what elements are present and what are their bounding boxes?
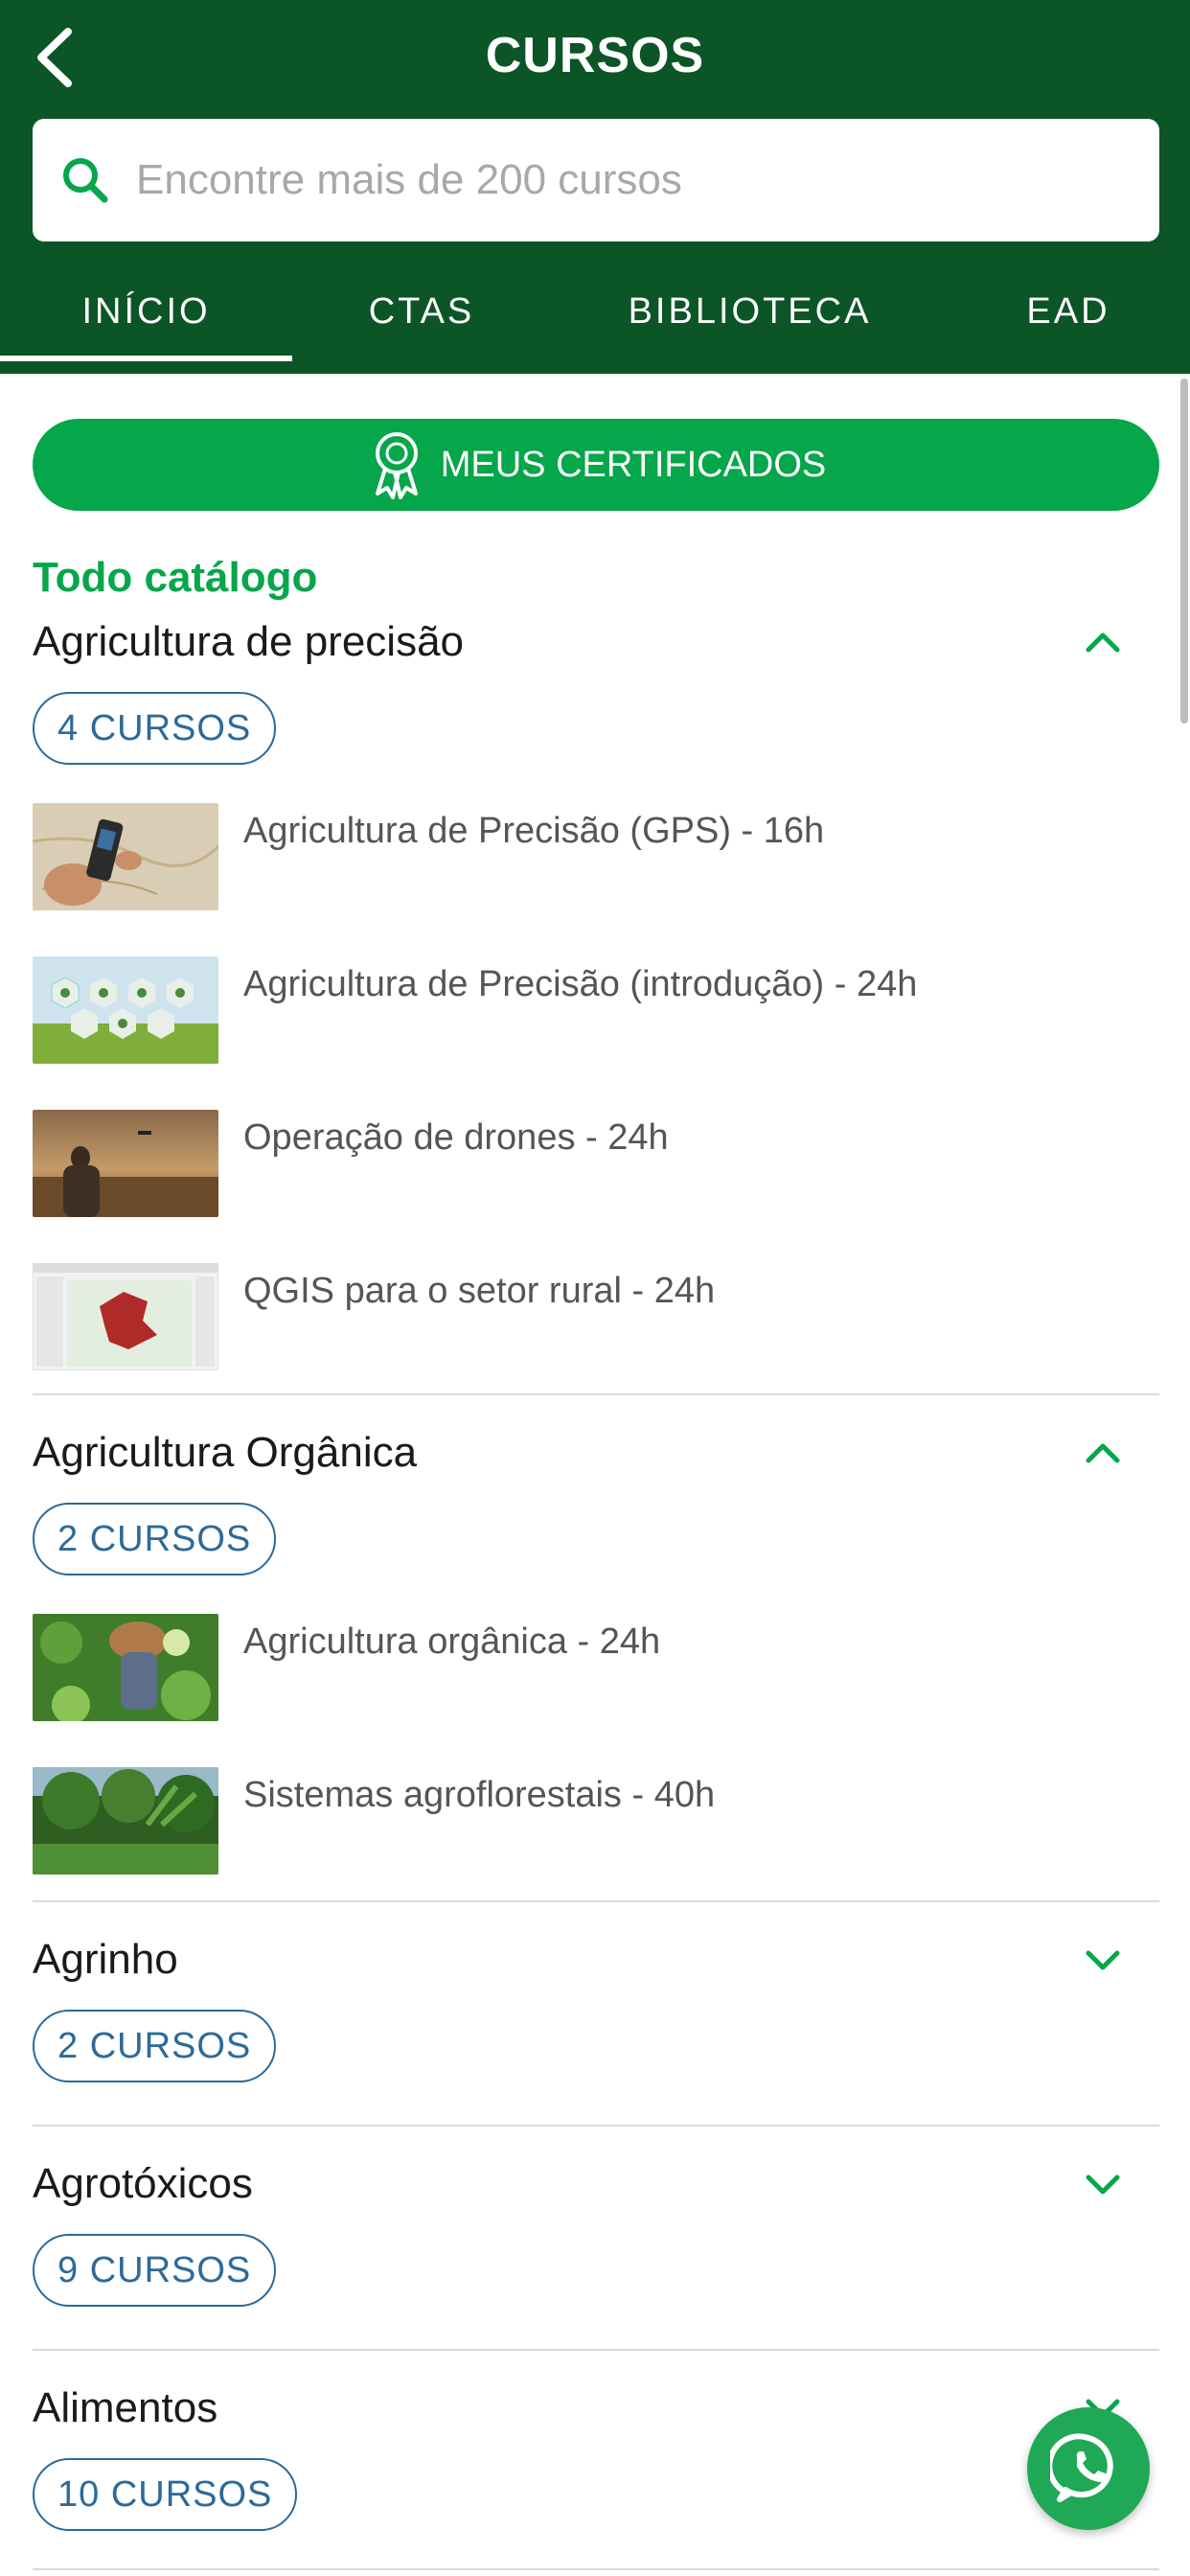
chevron-up-icon[interactable] [1079, 618, 1127, 666]
course-thumbnail [33, 1110, 218, 1217]
course-title: Agricultura de Precisão (GPS) - 16h [243, 811, 825, 851]
search-input[interactable] [136, 119, 1159, 242]
active-tab-indicator [0, 356, 292, 361]
tab-bar: INÍCIO CTAS BIBLIOTECA EAD [0, 264, 1190, 374]
divider [33, 2349, 1159, 2351]
my-certificates-label: MEUS CERTIFICADOS [440, 444, 827, 485]
tab-ead[interactable]: EAD [996, 264, 1140, 359]
course-thumbnail [33, 956, 218, 1064]
course-count-badge: 9 CURSOS [33, 2234, 277, 2307]
category-title: Alimentos [33, 2384, 218, 2431]
course-thumbnail [33, 803, 218, 910]
tab-biblioteca[interactable]: BIBLIOTECA [589, 264, 910, 359]
my-certificates-button[interactable]: MEUS CERTIFICADOS [33, 419, 1159, 511]
app-header: CURSOS INÍCIO CTAS BIBLIOTECA EAD [0, 0, 1190, 374]
award-ribbon-icon [375, 432, 418, 499]
category-agricultura-de-precisao: Agricultura de precisão 4 CURSOS Agricul… [33, 618, 1159, 1370]
course-count-badge: 2 CURSOS [33, 2010, 277, 2082]
category-title: Agrotóxicos [33, 2160, 253, 2207]
tab-ctas[interactable]: CTAS [316, 264, 527, 359]
tab-inicio[interactable]: INÍCIO [0, 264, 292, 359]
chevron-up-icon[interactable] [1079, 1429, 1127, 1477]
course-count-badge: 2 CURSOS [33, 1503, 277, 1576]
list-item-course[interactable]: Agricultura orgânica - 24h [33, 1614, 1159, 1721]
whatsapp-icon [1050, 2433, 1113, 2502]
course-thumbnail [33, 1263, 218, 1370]
list-item-course[interactable]: Agricultura de Precisão (GPS) - 16h [33, 803, 1159, 910]
chevron-down-icon[interactable] [1079, 2160, 1127, 2208]
divider [33, 1393, 1159, 1395]
course-count-badge: 4 CURSOS [33, 692, 277, 765]
category-title: Agrinho [33, 1936, 178, 1983]
course-thumbnail [33, 1614, 218, 1721]
page-title: CURSOS [485, 28, 705, 83]
top-bar: CURSOS [0, 0, 1190, 118]
whatsapp-button[interactable] [1027, 2407, 1150, 2530]
course-title: Agricultura orgânica - 24h [243, 1622, 661, 1662]
category-agricultura-organica: Agricultura Orgânica 2 CURSOS Agricultur… [33, 1429, 1159, 1874]
search-bar[interactable] [33, 119, 1159, 242]
divider [33, 1900, 1159, 1902]
chevron-down-icon[interactable] [1079, 1936, 1127, 1984]
course-title: Operação de drones - 24h [243, 1117, 669, 1158]
list-item-course[interactable]: Agricultura de Precisão (introdução) - 2… [33, 956, 1159, 1064]
category-agrinho: Agrinho 2 CURSOS [33, 1936, 1159, 2089]
category-alimentos: Alimentos 10 CURSOS [33, 2384, 1159, 2538]
course-title: QGIS para o setor rural - 24h [243, 1271, 716, 1311]
course-title: Sistemas agroflorestais - 40h [243, 1775, 716, 1815]
search-icon [52, 147, 119, 214]
course-title: Agricultura de Precisão (introdução) - 2… [243, 964, 918, 1004]
category-title: Agricultura de precisão [33, 618, 465, 665]
catalog-title: Todo catálogo [33, 554, 318, 601]
main-content: MEUS CERTIFICADOS Todo catálogo Agricult… [0, 374, 1190, 2576]
course-count-badge: 10 CURSOS [33, 2458, 298, 2531]
divider [33, 2568, 1159, 2570]
category-title: Agricultura Orgânica [33, 1429, 418, 1476]
list-item-course[interactable]: Operação de drones - 24h [33, 1110, 1159, 1217]
divider [33, 2125, 1159, 2127]
list-item-course[interactable]: QGIS para o setor rural - 24h [33, 1263, 1159, 1370]
course-thumbnail [33, 1767, 218, 1874]
scrollbar[interactable] [1180, 379, 1188, 724]
list-item-course[interactable]: Sistemas agroflorestais - 40h [33, 1767, 1159, 1874]
category-agrotoxicos: Agrotóxicos 9 CURSOS [33, 2160, 1159, 2313]
